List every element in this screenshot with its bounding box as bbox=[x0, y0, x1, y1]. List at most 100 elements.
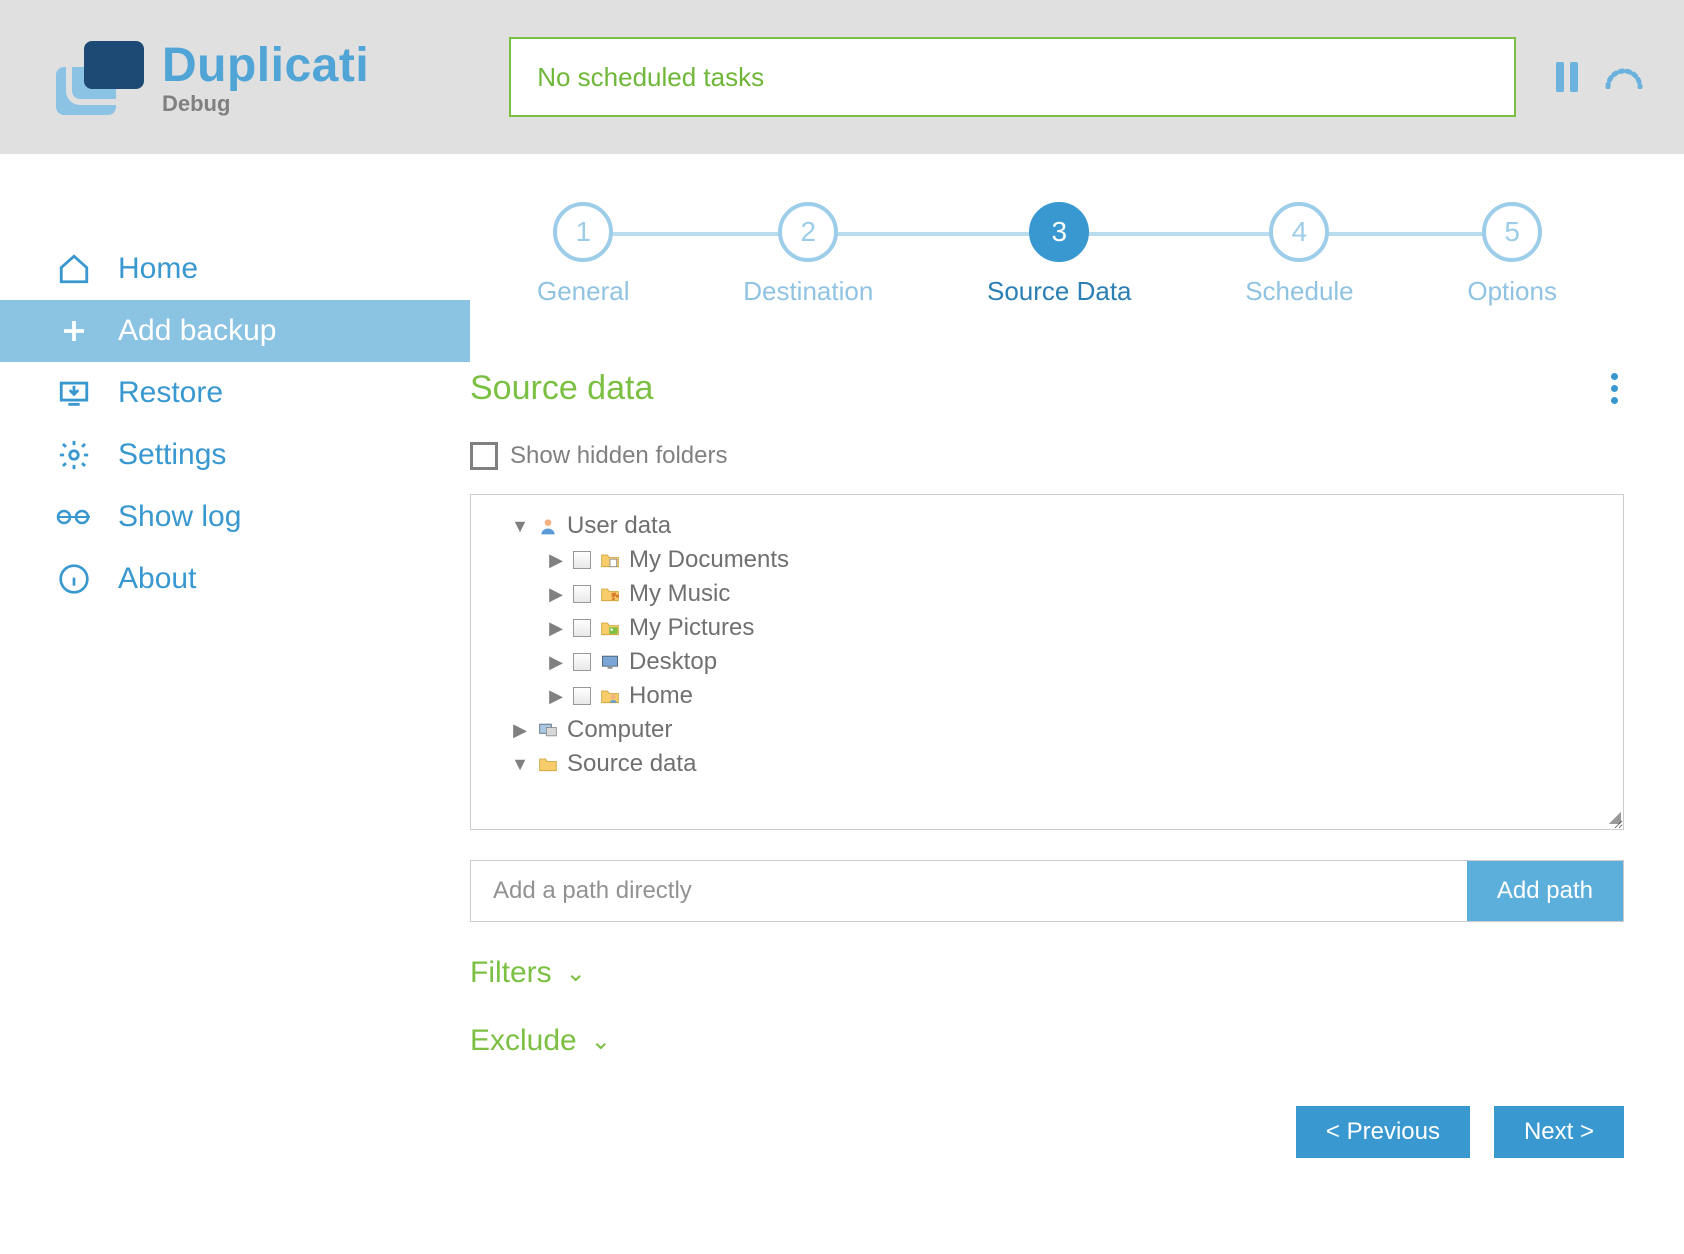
app-logo-icon bbox=[56, 33, 144, 121]
resize-handle-icon[interactable]: ◢ bbox=[1609, 807, 1621, 827]
sidebar-item-restore[interactable]: Restore bbox=[0, 362, 470, 424]
show-hidden-label: Show hidden folders bbox=[510, 442, 727, 470]
tree-row[interactable]: ▶ My Documents bbox=[483, 543, 1611, 577]
logo[interactable]: Duplicati Debug bbox=[56, 33, 369, 121]
step-schedule[interactable]: 4 Schedule bbox=[1245, 202, 1353, 307]
filters-toggle[interactable]: Filters ⌄ bbox=[470, 956, 1624, 990]
sidebar-item-show-log[interactable]: Show log bbox=[0, 486, 470, 548]
tree-label: Computer bbox=[567, 716, 672, 744]
sidebar-item-label: Add backup bbox=[118, 314, 276, 348]
folder-pic-icon bbox=[599, 618, 621, 638]
sidebar-item-add-backup[interactable]: Add backup bbox=[0, 300, 470, 362]
sidebar-item-about[interactable]: About bbox=[0, 548, 470, 610]
step-number: 1 bbox=[553, 202, 613, 262]
more-options-icon[interactable] bbox=[1605, 367, 1624, 410]
tree-label: My Pictures bbox=[629, 614, 754, 642]
sidebar-item-label: About bbox=[118, 562, 196, 596]
tree-checkbox[interactable] bbox=[573, 653, 591, 671]
exclude-label: Exclude bbox=[470, 1024, 577, 1058]
tree-row[interactable]: ▶ Computer bbox=[483, 713, 1611, 747]
tree-label: My Documents bbox=[629, 546, 789, 574]
previous-button[interactable]: < Previous bbox=[1296, 1106, 1470, 1158]
sidebar-item-home[interactable]: Home bbox=[0, 238, 470, 300]
gear-icon bbox=[56, 437, 92, 473]
step-number: 4 bbox=[1269, 202, 1329, 262]
sidebar: Home Add backup Restore Settings Show lo… bbox=[0, 154, 470, 1158]
tree-label: Source data bbox=[567, 750, 696, 778]
step-label: Destination bbox=[743, 276, 873, 307]
tree-checkbox[interactable] bbox=[573, 687, 591, 705]
filters-label: Filters bbox=[470, 956, 552, 990]
checkbox-icon[interactable] bbox=[470, 442, 498, 470]
tree-arrow-collapsed-icon[interactable]: ▶ bbox=[511, 720, 529, 741]
app-name: Duplicati bbox=[162, 38, 369, 93]
sidebar-item-label: Home bbox=[118, 252, 198, 286]
next-button[interactable]: Next > bbox=[1494, 1106, 1624, 1158]
tree-checkbox[interactable] bbox=[573, 585, 591, 603]
tree-label: Desktop bbox=[629, 648, 717, 676]
step-number: 5 bbox=[1482, 202, 1542, 262]
tree-row[interactable]: ▶ My Pictures bbox=[483, 611, 1611, 645]
tree-row[interactable]: ▼ Source data bbox=[483, 747, 1611, 781]
tree-row[interactable]: ▼ User data bbox=[483, 509, 1611, 543]
sidebar-item-label: Restore bbox=[118, 376, 223, 410]
step-general[interactable]: 1 General bbox=[537, 202, 630, 307]
show-hidden-toggle[interactable]: Show hidden folders bbox=[470, 442, 1624, 470]
home-icon bbox=[56, 251, 92, 287]
tree-checkbox[interactable] bbox=[573, 619, 591, 637]
folder-music-icon bbox=[599, 584, 621, 604]
tree-arrow-expanded-icon[interactable]: ▼ bbox=[511, 754, 529, 775]
computer-icon bbox=[537, 720, 559, 740]
tree-label: Home bbox=[629, 682, 693, 710]
step-number: 3 bbox=[1029, 202, 1089, 262]
tree-row[interactable]: ▶ My Music bbox=[483, 577, 1611, 611]
tree-row[interactable]: ▶ Desktop bbox=[483, 645, 1611, 679]
sidebar-item-label: Settings bbox=[118, 438, 226, 472]
status-bar: No scheduled tasks bbox=[509, 37, 1516, 117]
sidebar-item-label: Show log bbox=[118, 500, 241, 534]
add-path-button[interactable]: Add path bbox=[1467, 861, 1623, 921]
status-text: No scheduled tasks bbox=[537, 62, 764, 93]
folder-icon bbox=[537, 754, 559, 774]
pause-icon[interactable] bbox=[1556, 62, 1582, 92]
plus-icon bbox=[56, 313, 92, 349]
exclude-toggle[interactable]: Exclude ⌄ bbox=[470, 1024, 1624, 1058]
step-label: Options bbox=[1467, 276, 1557, 307]
tree-checkbox[interactable] bbox=[573, 551, 591, 569]
tree-arrow-expanded-icon[interactable]: ▼ bbox=[511, 516, 529, 537]
tree-arrow-collapsed-icon[interactable]: ▶ bbox=[547, 618, 565, 639]
path-input[interactable] bbox=[471, 861, 1467, 921]
desktop-icon bbox=[599, 652, 621, 672]
main-content: 1 General 2 Destination 3 Source Data 4 … bbox=[470, 154, 1684, 1158]
app-subtitle: Debug bbox=[162, 91, 369, 117]
home-icon bbox=[599, 686, 621, 706]
tree-arrow-collapsed-icon[interactable]: ▶ bbox=[547, 550, 565, 571]
section-title: Source data bbox=[470, 369, 653, 408]
step-label: Schedule bbox=[1245, 276, 1353, 307]
step-options[interactable]: 5 Options bbox=[1467, 202, 1557, 307]
chevron-down-icon: ⌄ bbox=[566, 959, 586, 988]
tree-label: My Music bbox=[629, 580, 730, 608]
folder-doc-icon bbox=[599, 550, 621, 570]
stepper: 1 General 2 Destination 3 Source Data 4 … bbox=[537, 202, 1557, 307]
source-tree[interactable]: ▼User data▶My Documents▶My Music▶My Pict… bbox=[470, 494, 1624, 830]
add-path-row: Add path bbox=[470, 860, 1624, 922]
step-destination[interactable]: 2 Destination bbox=[743, 202, 873, 307]
tree-arrow-collapsed-icon[interactable]: ▶ bbox=[547, 686, 565, 707]
step-label: General bbox=[537, 276, 630, 307]
user-icon bbox=[537, 516, 559, 536]
header: Duplicati Debug No scheduled tasks bbox=[0, 0, 1684, 154]
sidebar-item-settings[interactable]: Settings bbox=[0, 424, 470, 486]
step-source-data[interactable]: 3 Source Data bbox=[987, 202, 1132, 307]
step-number: 2 bbox=[778, 202, 838, 262]
tree-arrow-collapsed-icon[interactable]: ▶ bbox=[547, 584, 565, 605]
chevron-down-icon: ⌄ bbox=[591, 1027, 611, 1056]
tree-arrow-collapsed-icon[interactable]: ▶ bbox=[547, 652, 565, 673]
restore-icon bbox=[56, 375, 92, 411]
throttle-icon[interactable] bbox=[1604, 65, 1644, 89]
log-icon bbox=[56, 499, 92, 535]
tree-row[interactable]: ▶ Home bbox=[483, 679, 1611, 713]
info-icon bbox=[56, 561, 92, 597]
step-label: Source Data bbox=[987, 276, 1132, 307]
tree-label: User data bbox=[567, 512, 671, 540]
